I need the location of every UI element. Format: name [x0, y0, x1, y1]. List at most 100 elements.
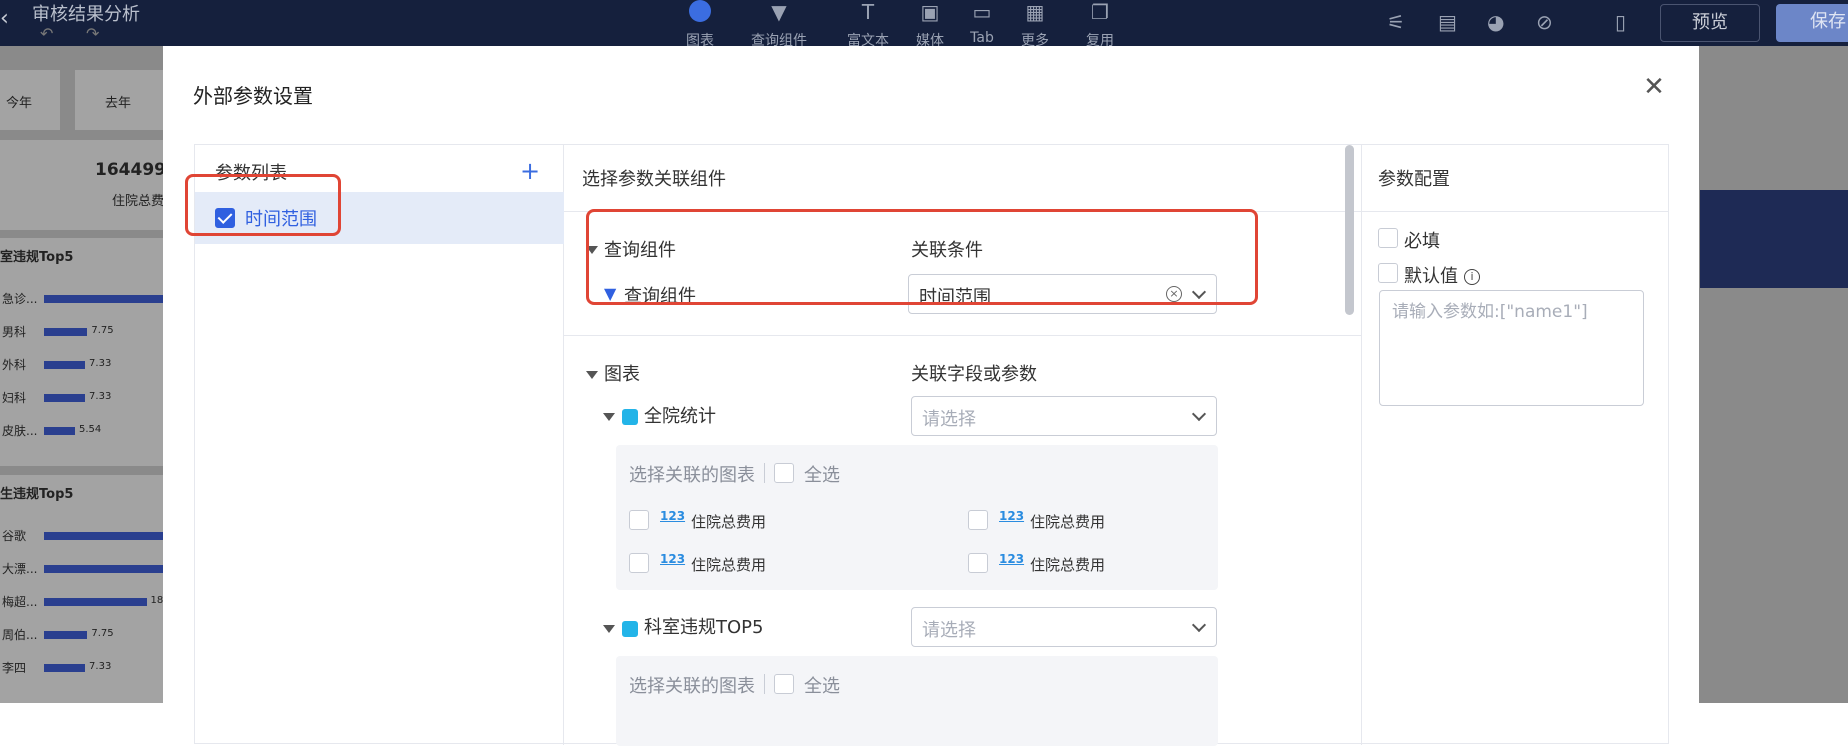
divider: [764, 463, 765, 483]
chart-checkbox[interactable]: [629, 510, 649, 530]
chart-checkbox[interactable]: [968, 553, 988, 573]
bg-metric-card: [0, 140, 165, 230]
highlight-frame: [586, 209, 1258, 305]
divider: [1362, 211, 1668, 212]
chart-option-label: 住院总费用: [1030, 556, 1106, 574]
bg-bar: [44, 361, 86, 369]
dialog-body: 参数列表 + 时间范围 选择参数关联组件 查询组件 关联条件 ▼ 查询组件 时间…: [185, 144, 1669, 746]
bg-bar-label: 男科: [2, 325, 27, 339]
bg-tab: 去年: [105, 96, 132, 111]
bg-bar-label: 周伯...: [2, 628, 38, 642]
filter-icon: ▼: [771, 0, 787, 24]
bg-bar: [44, 631, 88, 639]
chart-option-label: 住院总费用: [691, 513, 767, 531]
sliders-icon[interactable]: ⚟: [1387, 10, 1405, 34]
save-button[interactable]: 保存: [1776, 4, 1848, 42]
bg-bar: [44, 565, 165, 573]
text-icon: T: [861, 0, 875, 24]
select-all-label: 全选: [804, 465, 840, 486]
chart-option-label: 住院总费用: [691, 556, 767, 574]
bg-bar-label: 急诊...: [2, 292, 38, 306]
external-params-dialog: 外部参数设置 ✕ 参数列表 + 时间范围 选择参数关联组件 查询组件 关联条件 …: [163, 46, 1699, 746]
toolbar-richtext[interactable]: T 富文本: [843, 0, 893, 50]
mobile-icon[interactable]: ▯: [1615, 10, 1626, 34]
field-select[interactable]: 请选择: [911, 607, 1217, 647]
collapse-icon[interactable]: [603, 413, 615, 421]
copy-icon: ❐: [1091, 0, 1109, 24]
info-icon[interactable]: i: [1464, 269, 1480, 285]
toolbar-reuse[interactable]: ❐ 复用: [1080, 0, 1120, 50]
bg-bar-value: 7.33: [89, 358, 112, 369]
chart-section-title: 图表: [604, 364, 640, 385]
toolbar-label: Tab: [970, 30, 994, 46]
bg-tab: 今年: [6, 96, 33, 111]
select-all-label: 全选: [804, 676, 840, 697]
field-select[interactable]: 请选择: [911, 396, 1217, 436]
bg-bar: [44, 295, 165, 303]
add-param-icon[interactable]: +: [520, 157, 540, 185]
group-name: 科室违规TOP5: [644, 617, 764, 638]
layout-icon[interactable]: ▤: [1438, 10, 1457, 34]
bg-section-title: 室违规Top5: [0, 250, 74, 265]
number-icon: 123: [660, 509, 686, 523]
bg-bar-label: 谷歌: [2, 529, 27, 543]
bg-bar: [44, 664, 86, 672]
close-icon[interactable]: ✕: [1639, 72, 1669, 102]
palette-icon[interactable]: ◕: [1487, 10, 1504, 34]
bg-bar-label: 李四: [2, 661, 27, 675]
chart-option-label: 住院总费用: [1030, 513, 1106, 531]
bg-bar-value: 7.75: [91, 325, 114, 336]
preview-button[interactable]: 预览: [1660, 4, 1760, 42]
param-config-header: 参数配置: [1378, 169, 1450, 190]
bg-bar: [44, 427, 76, 435]
top-bar: ‹ 审核结果分析 ↶ ↷ 图表 ▼ 查询组件 T 富文本 ▣ 媒体 ▭ Tab ▦ 更多 …: [0, 0, 1848, 49]
number-icon: 123: [660, 552, 686, 566]
bg-section-title: 生违规Top5: [0, 487, 74, 502]
bg-dark-chart: [1700, 190, 1848, 288]
bg-bar-value: 7.75: [91, 628, 114, 639]
related-charts-box: 选择关联的图表 全选: [616, 656, 1218, 746]
undo-icon[interactable]: ↶: [40, 24, 53, 43]
bg-bar-label: 梅超...: [2, 595, 38, 609]
default-checkbox[interactable]: [1378, 263, 1398, 283]
divider: [564, 335, 1362, 336]
bg-bar: [44, 532, 165, 540]
collapse-icon[interactable]: [586, 371, 598, 379]
component-panel-header: 选择参数关联组件: [582, 169, 726, 190]
select-all-checkbox[interactable]: [774, 674, 794, 694]
toolbar-media[interactable]: ▣ 媒体: [910, 0, 950, 50]
bg-bar-value: 5.54: [79, 424, 102, 435]
chevron-down-icon: [1191, 406, 1207, 422]
select-all-checkbox[interactable]: [774, 463, 794, 483]
default-label: 默认值 i: [1404, 262, 1480, 288]
chart-checkbox[interactable]: [629, 553, 649, 573]
eye-off-icon[interactable]: ⊘: [1536, 10, 1553, 34]
chevron-down-icon: [1191, 617, 1207, 633]
collapse-icon[interactable]: [603, 625, 615, 633]
required-checkbox[interactable]: [1378, 228, 1398, 248]
bg-metric-value: 164499: [95, 160, 166, 180]
scrollbar[interactable]: [1345, 145, 1354, 315]
bg-bar: [44, 394, 86, 402]
dialog-title: 外部参数设置: [193, 84, 313, 108]
param-config-panel: 参数配置 必填 默认值 i: [1362, 145, 1668, 745]
grid-icon: ▦: [1025, 0, 1045, 24]
component-panel: 选择参数关联组件 查询组件 关联条件 ▼ 查询组件 时间范围 × 图表 关联字段…: [564, 145, 1362, 746]
bg-bar-value: 7.33: [89, 391, 112, 402]
pie-chart-icon: [689, 0, 711, 22]
toolbar-query[interactable]: ▼ 查询组件: [744, 0, 814, 50]
select-charts-label: 选择关联的图表: [629, 465, 755, 486]
bg-bar-label: 大漂...: [2, 562, 38, 576]
select-placeholder: 请选择: [922, 620, 976, 641]
back-icon[interactable]: ‹: [0, 6, 9, 31]
redo-icon[interactable]: ↷: [86, 24, 99, 43]
chart-checkbox[interactable]: [968, 510, 988, 530]
toolbar-more[interactable]: ▦ 更多: [1015, 0, 1055, 50]
bg-bar-label: 外科: [2, 358, 27, 372]
toolbar-chart[interactable]: 图表: [680, 0, 720, 50]
select-placeholder: 请选择: [922, 409, 976, 430]
default-value-input[interactable]: [1379, 290, 1644, 406]
toolbar-tab[interactable]: ▭ Tab: [962, 0, 1002, 46]
number-icon: 123: [999, 509, 1025, 523]
group-name: 全院统计: [644, 406, 716, 427]
